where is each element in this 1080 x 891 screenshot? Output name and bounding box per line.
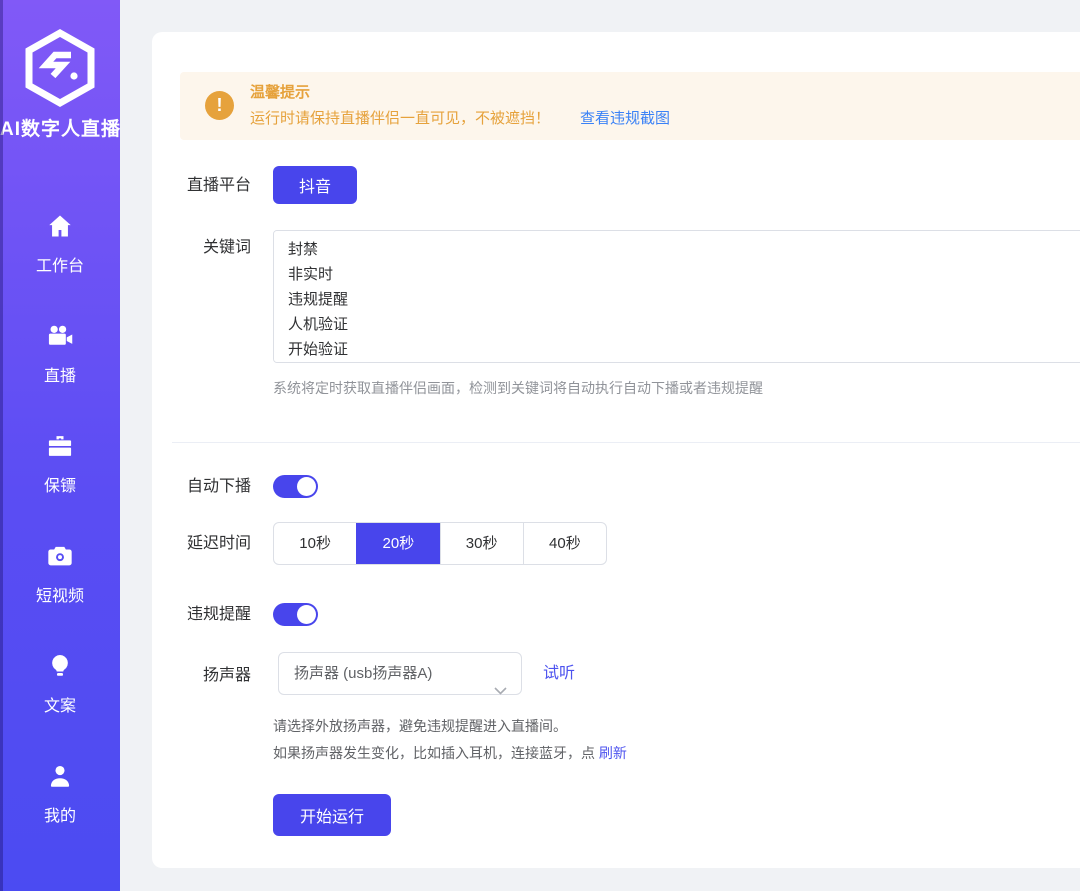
auto-stop-toggle[interactable] — [273, 475, 318, 498]
warning-icon: ! — [205, 91, 234, 120]
refresh-link[interactable]: 刷新 — [599, 745, 627, 761]
violation-alert-toggle[interactable] — [273, 603, 318, 626]
sidebar-item-short-video[interactable]: 短视频 — [0, 542, 120, 602]
delay-label: 延迟时间 — [152, 534, 251, 554]
speaker-select-value: 扬声器 (usb扬声器A) — [294, 665, 432, 682]
sidebar-item-mine[interactable]: 我的 — [0, 762, 120, 822]
notice-banner: ! 温馨提示 运行时请保持直播伴侣一直可见，不被遮挡！ 查看违规截图 — [180, 72, 1080, 140]
lightbulb-icon — [0, 652, 120, 682]
notice-message-text: 运行时请保持直播伴侣一直可见，不被遮挡！ — [250, 110, 550, 127]
speaker-label: 扬声器 — [152, 666, 251, 686]
platform-label: 直播平台 — [152, 176, 251, 196]
sidebar-item-label: 工作台 — [36, 258, 84, 275]
main-panel: ! 温馨提示 运行时请保持直播伴侣一直可见，不被遮挡！ 查看违规截图 直播平台 抖… — [152, 32, 1080, 868]
sidebar-item-workbench[interactable]: 工作台 — [0, 212, 120, 272]
toggle-knob — [297, 605, 316, 624]
speaker-test-link[interactable]: 试听 — [543, 652, 575, 695]
start-run-button[interactable]: 开始运行 — [273, 794, 391, 836]
delay-option-20s[interactable]: 20秒 — [356, 523, 439, 564]
platform-douyin-button[interactable]: 抖音 — [273, 166, 357, 204]
speaker-hints: 请选择外放扬声器，避免违规提醒进入直播间。 如果扬声器发生变化，比如插入耳机，连… — [273, 713, 627, 767]
camera-icon — [0, 542, 120, 572]
video-camera-icon — [0, 322, 120, 352]
section-divider — [172, 442, 1080, 443]
sidebar-item-label: 我的 — [44, 808, 76, 825]
sidebar-item-bodyguard[interactable]: 保镖 — [0, 432, 120, 492]
sidebar: AI数字人直播 工作台 直播 保镖 短视频 — [0, 0, 120, 891]
speaker-hint-line2: 如果扬声器发生变化，比如插入耳机，连接蓝牙，点 刷新 — [273, 740, 627, 767]
notice-title: 温馨提示 — [250, 81, 310, 102]
speaker-hint-line1: 请选择外放扬声器，避免违规提醒进入直播间。 — [273, 713, 627, 740]
violation-alert-label: 违规提醒 — [152, 605, 251, 625]
app-title: AI数字人直播 — [0, 114, 120, 141]
keywords-label: 关键词 — [152, 238, 251, 258]
speaker-hint-line2-text: 如果扬声器发生变化，比如插入耳机，连接蓝牙，点 — [273, 745, 595, 761]
delay-option-40s[interactable]: 40秒 — [523, 523, 606, 564]
sidebar-item-live[interactable]: 直播 — [0, 322, 120, 382]
sidebar-item-label: 短视频 — [36, 588, 84, 605]
toggle-knob — [297, 477, 316, 496]
delay-option-30s[interactable]: 30秒 — [440, 523, 523, 564]
user-icon — [0, 762, 120, 792]
view-violation-screenshot-link[interactable]: 查看违规截图 — [580, 110, 670, 127]
home-icon — [0, 212, 120, 242]
delay-segmented-control: 10秒 20秒 30秒 40秒 — [273, 522, 607, 565]
sidebar-item-label: 保镖 — [44, 478, 76, 495]
keywords-textarea[interactable]: 封禁 非实时 违规提醒 人机验证 开始验证 — [273, 230, 1080, 363]
notice-message: 运行时请保持直播伴侣一直可见，不被遮挡！ 查看违规截图 — [250, 107, 670, 128]
auto-stop-label: 自动下播 — [152, 477, 251, 497]
sidebar-item-label: 直播 — [44, 368, 76, 385]
sidebar-menu: 工作台 直播 保镖 短视频 文案 — [0, 212, 120, 872]
speaker-select[interactable]: 扬声器 (usb扬声器A) — [278, 652, 522, 695]
sidebar-item-copywriting[interactable]: 文案 — [0, 652, 120, 712]
delay-option-10s[interactable]: 10秒 — [274, 523, 356, 564]
sidebar-item-label: 文案 — [44, 698, 76, 715]
chevron-down-icon — [494, 670, 507, 711]
keywords-hint: 系统将定时获取直播伴侣画面，检测到关键词将自动执行自动下播或者违规提醒 — [273, 378, 763, 398]
briefcase-icon — [0, 432, 120, 462]
app-logo-icon — [22, 28, 98, 108]
